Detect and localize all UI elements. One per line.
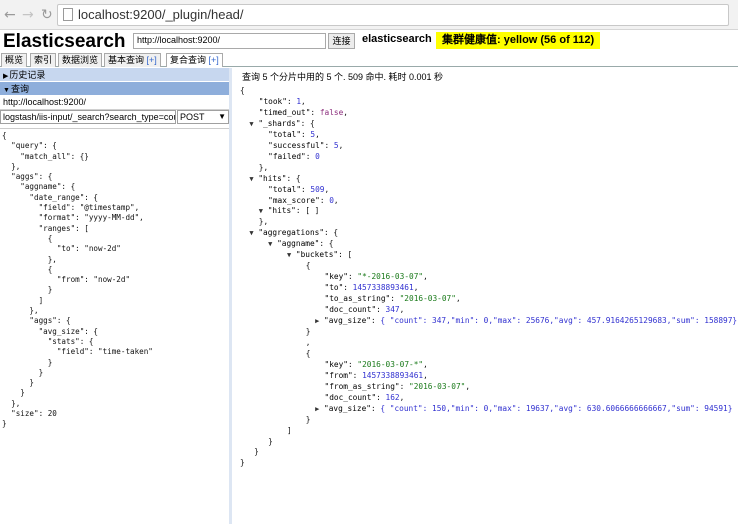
response-json: { "took": 1, "timed_out": false, ▼ "_sha… xyxy=(240,86,738,468)
collapse-toggle-icon[interactable]: ▼ xyxy=(249,175,253,183)
collapse-toggle-icon[interactable]: ▼ xyxy=(259,207,263,215)
cluster-health-badge: 集群健康值: yellow (56 of 112) xyxy=(436,32,601,49)
shards-total: 5 xyxy=(310,129,316,139)
expand-toggle-icon[interactable]: ▶ xyxy=(315,317,319,325)
bucket2-from: 1457338893461 xyxy=(362,370,424,380)
tab-indices[interactable]: 索引 xyxy=(30,53,57,67)
request-path-input[interactable]: logstash/iis-input/_search?search_type=c… xyxy=(0,110,176,124)
server-url-input[interactable]: http://localhost:9200/ xyxy=(0,96,229,110)
tab-bar: 概览 索引 数据浏览 基本查询 [+] 复合查询 [+] xyxy=(0,52,738,67)
connect-button[interactable]: 连接 xyxy=(328,33,355,49)
chevron-down-icon: ▼ xyxy=(218,112,226,121)
history-label: 历史记录 xyxy=(9,70,46,80)
expand-toggle-icon[interactable]: ▶ xyxy=(315,405,319,413)
app-header: Elasticsearch http://localhost:9200/ 连接 … xyxy=(0,30,738,52)
bucket2-doc-count: 162 xyxy=(385,392,400,402)
tab-label: 概览 xyxy=(5,55,24,65)
tab-plus[interactable]: [+] xyxy=(147,55,157,65)
http-method-value: POST xyxy=(180,112,205,122)
collapse-toggle-icon[interactable]: ▼ xyxy=(249,229,253,237)
hits-max-score: 0 xyxy=(329,195,334,205)
timed-out-value: false xyxy=(319,107,344,117)
tab-browser[interactable]: 数据浏览 xyxy=(58,53,103,67)
cluster-name: elasticsearch xyxy=(362,33,432,45)
bucket2-key: "2016-03-07-*" xyxy=(357,359,424,369)
request-body-editor[interactable]: { "query": { "match_all": {} }, "aggs": … xyxy=(0,128,229,524)
bucket1-to: 1457338893461 xyxy=(352,283,414,293)
app-title: Elasticsearch xyxy=(3,31,126,52)
hits-total: 509 xyxy=(310,184,325,194)
collapse-toggle-icon[interactable]: ▼ xyxy=(287,251,291,259)
browser-toolbar: ← → ↻ localhost:9200/_plugin/head/ xyxy=(0,0,738,30)
back-arrow-icon[interactable]: ← xyxy=(4,7,16,23)
query-label: 查询 xyxy=(10,84,29,94)
tab-plus[interactable]: [+] xyxy=(209,55,219,65)
hits-array: [ ] xyxy=(305,206,320,216)
tab-label: 基本查询 xyxy=(108,55,145,65)
response-panel: 查询 5 个分片中用的 5 个. 509 命中. 耗时 0.001 秒 { "t… xyxy=(236,68,738,524)
expand-arrow-icon: ▶ xyxy=(3,73,9,80)
took-value: 1 xyxy=(296,96,302,106)
reload-icon[interactable]: ↻ xyxy=(41,7,53,23)
query-section-header[interactable]: ▼查询 xyxy=(0,82,229,96)
tab-overview[interactable]: 概览 xyxy=(1,53,28,67)
forward-arrow-icon[interactable]: → xyxy=(22,7,34,23)
connect-url-input[interactable]: http://localhost:9200/ xyxy=(133,33,326,49)
http-method-select[interactable]: POST ▼ xyxy=(177,110,229,124)
tab-label: 数据浏览 xyxy=(62,55,99,65)
shards-failed: 0 xyxy=(315,151,320,161)
collapse-arrow-icon: ▼ xyxy=(3,87,10,94)
collapse-toggle-icon[interactable]: ▼ xyxy=(268,240,272,248)
address-bar[interactable]: localhost:9200/_plugin/head/ xyxy=(57,4,729,26)
address-url[interactable]: localhost:9200/_plugin/head/ xyxy=(78,7,244,22)
bucket1-to-as-string: "2016-03-07" xyxy=(399,294,456,304)
tab-basic-query[interactable]: 基本查询 [+] xyxy=(104,53,161,67)
bucket2-from-as-string: "2016-03-07" xyxy=(409,381,466,391)
tab-label: 复合查询 xyxy=(170,55,207,65)
query-summary: 查询 5 个分片中用的 5 个. 509 命中. 耗时 0.001 秒 xyxy=(242,72,444,82)
tab-label: 索引 xyxy=(34,55,53,65)
shards-successful: 5 xyxy=(333,140,339,150)
history-section-header[interactable]: ▶历史记录 xyxy=(0,68,229,82)
request-panel: ▶历史记录 ▼查询 http://localhost:9200/ logstas… xyxy=(0,68,232,524)
tab-any-request[interactable]: 复合查询 [+] xyxy=(166,53,223,67)
bucket2-avg-size: { "count": 150,"min": 0,"max": 19637,"av… xyxy=(380,403,733,413)
bucket1-key: "*-2016-03-07" xyxy=(357,272,424,282)
page-icon xyxy=(63,8,73,21)
bucket1-avg-size: { "count": 347,"min": 0,"max": 25676,"av… xyxy=(380,316,738,326)
collapse-toggle-icon[interactable]: ▼ xyxy=(249,120,253,128)
bucket1-doc-count: 347 xyxy=(385,305,400,315)
